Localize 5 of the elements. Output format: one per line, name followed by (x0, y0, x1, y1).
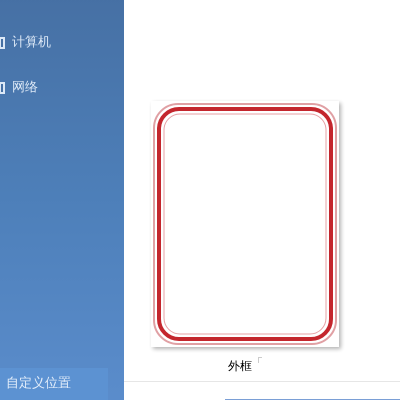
sidebar-item[interactable]: 网络 (0, 65, 124, 110)
corner-icon (258, 357, 262, 363)
sidebar-item[interactable]: 计算机 (0, 20, 124, 65)
thumbnail-label: 外框 (228, 358, 252, 375)
custom-location-button[interactable]: 自定义位置 (0, 368, 108, 400)
